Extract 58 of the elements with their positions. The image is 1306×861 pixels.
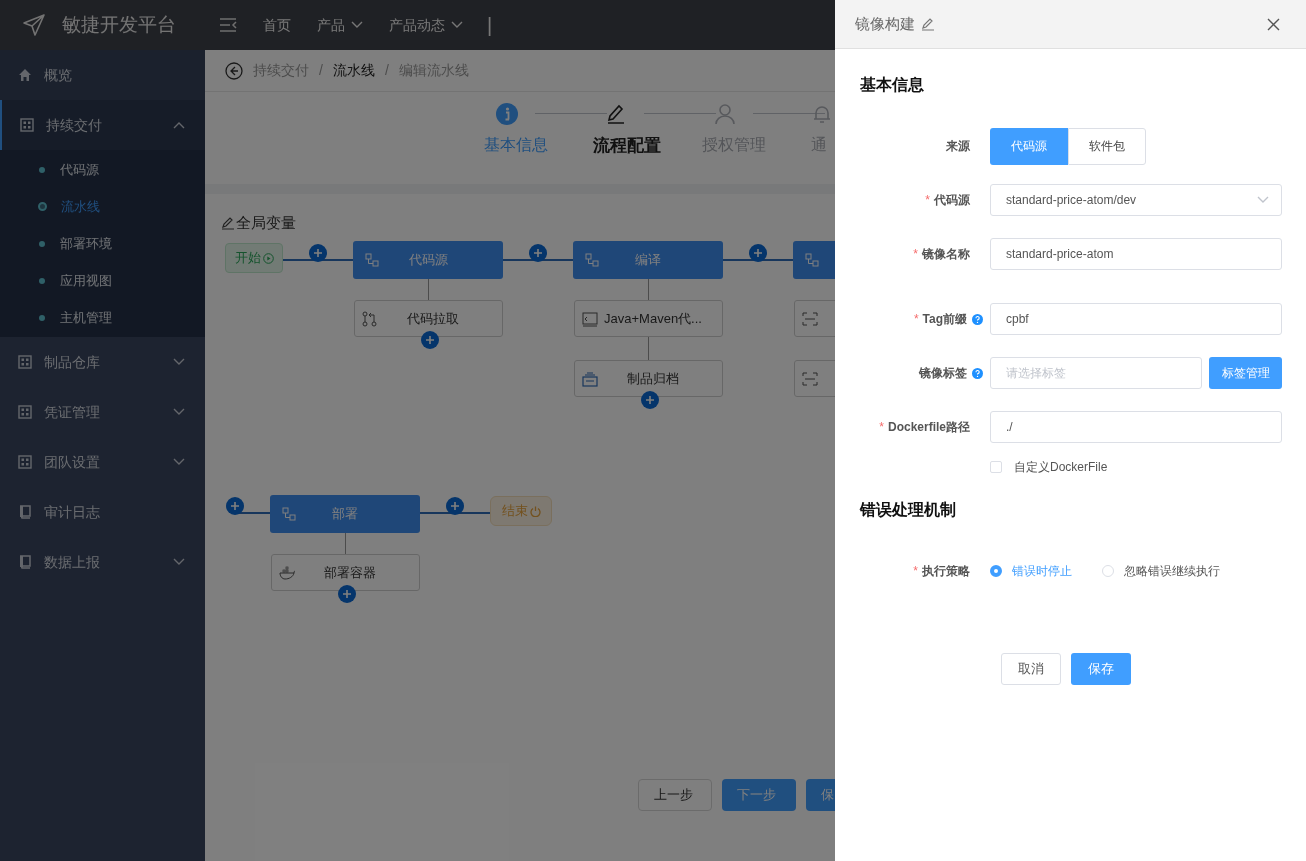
field-label: Tag前缀 <box>922 311 967 328</box>
required-mark: * <box>913 563 918 580</box>
section-title: 基本信息 <box>860 75 924 95</box>
section-title: 错误处理机制 <box>860 500 956 520</box>
drawer-button[interactable]: 取消 <box>1001 653 1061 685</box>
breadcrumb-link[interactable]: 流水线 <box>332 60 375 81</box>
input-field[interactable]: ./ <box>990 411 1282 443</box>
stage-header[interactable]: 代码源 <box>353 241 503 279</box>
nav-link[interactable]: 产品 <box>317 14 363 36</box>
required-mark: * <box>913 311 919 328</box>
input-field[interactable]: 请选择标签 <box>990 357 1203 389</box>
nav-link[interactable]: 首页 <box>263 14 291 36</box>
sidebar-subitem[interactable]: 代码源 <box>0 151 205 188</box>
task-card[interactable]: 代码拉取 <box>354 300 503 337</box>
radio-option[interactable]: 忽略错误继续执行 <box>1102 562 1220 580</box>
global-variables-link[interactable]: 全局变量 <box>236 212 296 235</box>
radio-option[interactable]: 错误时停止 <box>990 562 1072 580</box>
start-node: 开始 <box>225 243 283 273</box>
drawer-button[interactable]: 保存 <box>1071 653 1131 685</box>
sidebar-subitem[interactable]: 流水线 <box>0 188 205 225</box>
sidebar-item[interactable]: 团队设置 <box>0 437 205 487</box>
required-mark: * <box>925 192 930 209</box>
field-label: 镜像名称 <box>922 246 970 263</box>
task-card[interactable]: 部署容器 <box>271 554 420 591</box>
sidebar-subitem[interactable]: 主机管理 <box>0 299 205 336</box>
task-card[interactable]: 制品归档 <box>574 360 723 397</box>
stage-header[interactable]: 编译 <box>573 241 723 279</box>
select-field[interactable]: standard-price-atom/dev <box>990 184 1282 216</box>
step-label[interactable]: 基本信息 <box>483 133 548 157</box>
sidebar-item[interactable]: 持续交付 <box>0 100 205 150</box>
task-card[interactable]: Java+Maven代... <box>574 300 723 337</box>
drawer-title: 镜像构建 <box>855 13 915 34</box>
end-node: 结束 <box>490 496 552 526</box>
nav-separator: | <box>487 13 493 38</box>
sidebar-item[interactable]: 制品仓库 <box>0 337 205 387</box>
field-label: 镜像标签 <box>919 365 967 382</box>
app-title: 敏捷开发平台 <box>62 12 176 37</box>
segment-option[interactable]: 软件包 <box>1068 127 1146 165</box>
sidebar-item[interactable]: 审计日志 <box>0 487 205 537</box>
field-label: 执行策略 <box>922 563 970 580</box>
checkbox[interactable]: 自定义DockerFile <box>990 458 1108 476</box>
sidebar-item[interactable]: 凭证管理 <box>0 387 205 437</box>
field-label: 来源 <box>946 138 970 155</box>
input-field[interactable]: cpbf <box>990 303 1282 335</box>
input-field[interactable]: standard-price-atom <box>990 238 1282 270</box>
nav-link[interactable]: 产品动态 <box>389 14 463 36</box>
sidebar-subitem[interactable]: 应用视图 <box>0 262 205 299</box>
breadcrumb-separator: / <box>384 61 389 80</box>
field-label: Dockerfile路径 <box>887 419 970 436</box>
breadcrumb-separator: / <box>319 61 323 80</box>
step-label[interactable]: 流程配置 <box>592 133 661 159</box>
field-label: 代码源 <box>934 192 970 209</box>
sidebar-subitem[interactable]: 部署环境 <box>0 225 205 262</box>
segment-option[interactable]: 代码源 <box>990 127 1068 165</box>
stage-header[interactable]: 部署 <box>270 495 420 533</box>
required-mark: * <box>913 246 918 263</box>
tag-manage-button[interactable]: 标签管理 <box>1209 357 1282 389</box>
required-mark: * <box>879 419 884 436</box>
